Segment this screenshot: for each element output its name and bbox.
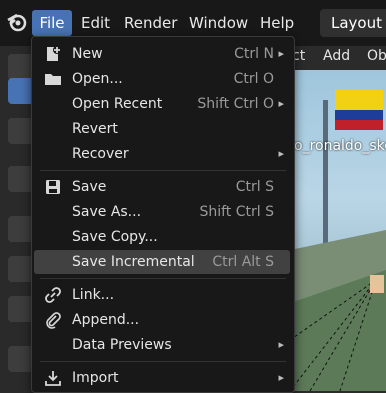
submenu-arrow-icon: ▸ — [278, 371, 284, 384]
submenu-arrow-icon: ▸ — [278, 97, 284, 110]
menu-item-label: Recover — [72, 146, 129, 162]
menu-item-shortcut: Shift Ctrl O — [197, 96, 274, 112]
menu-separator — [40, 170, 286, 171]
new-file-icon — [47, 46, 61, 61]
menu-item-save-as[interactable]: Save As... Shift Ctrl S — [34, 200, 290, 224]
file-menu-dropdown: New Ctrl N ▸ Open... Ctrl O Open Recent … — [31, 36, 295, 393]
menu-item-label: Save Incremental — [72, 254, 195, 270]
menu-item-label: Save — [72, 179, 107, 195]
menu-item-data-previews[interactable]: Data Previews ▸ — [34, 333, 290, 357]
menu-item-save-copy[interactable]: Save Copy... — [34, 225, 290, 249]
menu-window[interactable]: Window — [189, 11, 248, 35]
menu-item-import[interactable]: Import ▸ — [34, 366, 290, 390]
import-icon — [45, 371, 61, 386]
menu-edit[interactable]: Edit — [81, 11, 110, 35]
menu-item-label: Append... — [72, 312, 140, 328]
submenu-arrow-icon: ▸ — [278, 47, 284, 60]
menu-item-save-incremental[interactable]: Save Incremental Ctrl Alt S — [34, 250, 290, 274]
menu-item-open-recent[interactable]: Open Recent Shift Ctrl O ▸ — [34, 92, 290, 116]
menu-separator — [40, 278, 286, 279]
object-name-label: o_ronaldo_ske — [294, 138, 386, 154]
menu-file[interactable]: File — [32, 10, 72, 36]
menu-item-label: Open Recent — [72, 96, 163, 112]
menu-render[interactable]: Render — [124, 11, 177, 35]
blender-logo-icon[interactable] — [7, 12, 27, 32]
menu-help[interactable]: Help — [260, 11, 294, 35]
menu-item-append[interactable]: Append... — [34, 308, 290, 332]
menu-item-label: New — [72, 46, 103, 62]
menu-item-label: Import — [72, 370, 119, 386]
menu-item-label: Revert — [72, 121, 118, 137]
menu-item-label: Data Previews — [72, 337, 172, 353]
menu-item-new[interactable]: New Ctrl N ▸ — [34, 42, 290, 66]
submenu-arrow-icon: ▸ — [278, 338, 284, 351]
submenu-arrow-icon: ▸ — [278, 147, 284, 160]
menu-item-shortcut: Ctrl S — [235, 179, 274, 195]
paperclip-icon — [46, 312, 61, 329]
viewport-menu-add[interactable]: Add — [323, 48, 350, 64]
menu-item-shortcut: Ctrl Alt S — [212, 254, 274, 270]
menu-item-label: Save As... — [72, 204, 142, 220]
save-icon — [46, 180, 60, 194]
viewport-menu-object[interactable]: Ob — [367, 48, 386, 64]
menu-item-link[interactable]: Link... — [34, 283, 290, 307]
menu-separator — [40, 361, 286, 362]
menu-item-shortcut: Ctrl N — [234, 46, 274, 62]
menu-item-open[interactable]: Open... Ctrl O — [34, 67, 290, 91]
menu-item-label: Save Copy... — [72, 229, 158, 245]
menu-item-shortcut: Shift Ctrl S — [199, 204, 274, 220]
menu-item-label: Open... — [72, 71, 123, 87]
link-icon — [45, 287, 61, 303]
menu-item-save[interactable]: Save Ctrl S — [34, 175, 290, 199]
folder-icon — [45, 74, 61, 85]
menu-item-shortcut: Ctrl O — [233, 71, 274, 87]
menu-item-label: Link... — [72, 287, 115, 303]
workspace-tab-layout[interactable]: Layout — [320, 9, 386, 37]
menu-item-revert[interactable]: Revert — [34, 117, 290, 141]
menu-item-recover[interactable]: Recover ▸ — [34, 142, 290, 166]
